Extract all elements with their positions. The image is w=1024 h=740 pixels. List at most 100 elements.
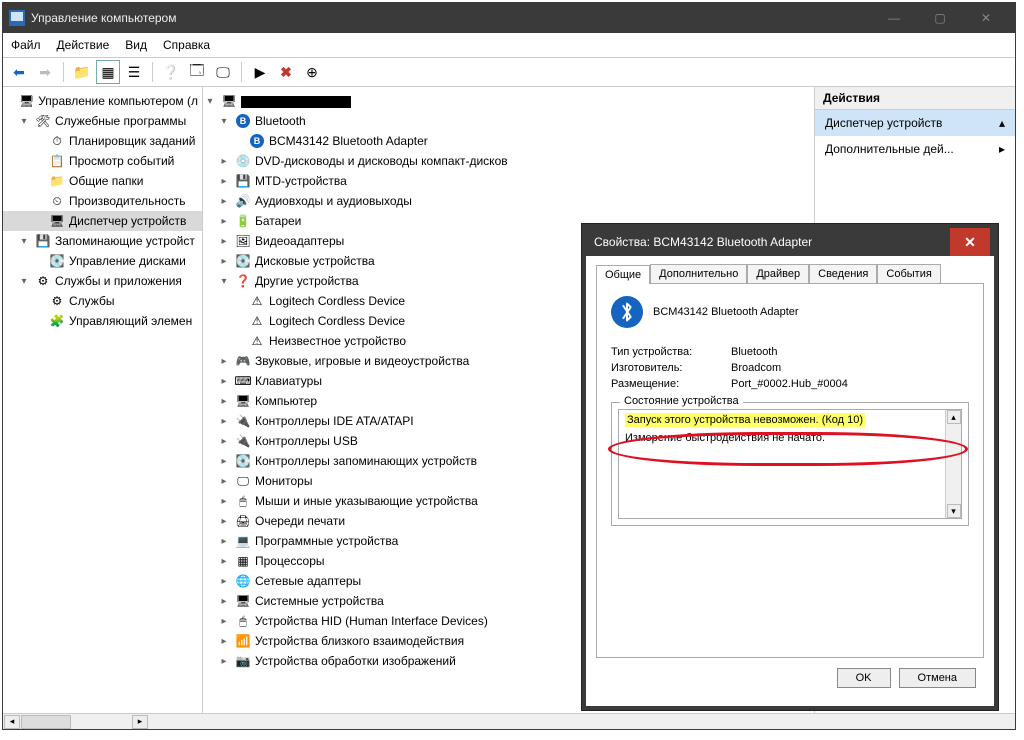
tree-node[interactable]: ▾⚙Службы и приложения — [3, 271, 202, 291]
folder-icon[interactable]: 📁 — [70, 60, 94, 84]
cancel-button[interactable]: Отмена — [899, 668, 976, 688]
forward-button[interactable]: ➡ — [33, 60, 57, 84]
node-label: Устройства HID (Human Interface Devices) — [255, 614, 488, 628]
scroll-right-icon[interactable]: ▸ — [132, 715, 148, 729]
tree-node[interactable]: ⏱Планировщик заданий — [3, 131, 202, 151]
prop-type: Тип устройства: Bluetooth — [611, 346, 969, 358]
expand-icon[interactable]: ▸ — [217, 176, 231, 187]
expand-icon[interactable]: ▾ — [17, 236, 31, 247]
expand-icon[interactable]: ▸ — [217, 236, 231, 247]
actions-row-devicemgr[interactable]: Диспетчер устройств ▴ — [815, 110, 1015, 136]
menu-action[interactable]: Действие — [57, 38, 110, 52]
tree-node[interactable]: 🖥Диспетчер устройств — [3, 211, 202, 231]
tree-node[interactable]: BBCM43142 Bluetooth Adapter — [203, 131, 814, 151]
node-icon: ⏱ — [49, 133, 65, 149]
menu-help[interactable]: Справка — [163, 38, 210, 52]
expand-icon[interactable]: ▸ — [217, 476, 231, 487]
node-icon: ⚙ — [35, 273, 51, 289]
dialog-close-button[interactable]: ✕ — [950, 228, 990, 256]
node-label: Дисковые устройства — [255, 254, 375, 268]
tree-node[interactable]: ▾🛠Служебные программы — [3, 111, 202, 131]
expand-icon[interactable]: ▾ — [17, 276, 31, 287]
expand-icon[interactable]: ▾ — [203, 96, 217, 107]
expand-icon[interactable]: ▸ — [217, 616, 231, 627]
scroll-down-icon[interactable]: ▾ — [947, 504, 961, 518]
tree-node[interactable]: 💽Управление дисками — [3, 251, 202, 271]
expand-icon[interactable]: ▸ — [217, 156, 231, 167]
tree-node[interactable]: ▸💾MTD-устройства — [203, 171, 814, 191]
node-icon: 🖱 — [235, 493, 251, 509]
minimize-button[interactable]: — — [871, 3, 917, 33]
expand-icon[interactable]: ▸ — [217, 256, 231, 267]
maximize-button[interactable]: ▢ — [917, 3, 963, 33]
node-label: Аудиовходы и аудиовыходы — [255, 194, 412, 208]
scroll-left-icon[interactable]: ◂ — [4, 715, 20, 729]
tree-node[interactable]: 📋Просмотр событий — [3, 151, 202, 171]
status-textbox[interactable]: Запуск этого устройства невозможен. (Код… — [618, 409, 962, 519]
tab-general[interactable]: Общие — [596, 265, 650, 284]
expand-icon[interactable]: ▸ — [217, 656, 231, 667]
back-button[interactable]: ⬅ — [7, 60, 31, 84]
tab-events[interactable]: События — [877, 264, 940, 283]
expand-icon[interactable]: ▸ — [217, 376, 231, 387]
tab-details[interactable]: Сведения — [809, 264, 877, 283]
view-icon[interactable]: ▦ — [96, 60, 120, 84]
expand-icon[interactable]: ▾ — [217, 116, 231, 127]
tree-node[interactable]: ▸🔊Аудиовходы и аудиовыходы — [203, 191, 814, 211]
expand-icon[interactable]: ▸ — [217, 196, 231, 207]
expand-icon[interactable]: ▸ — [217, 456, 231, 467]
tree-node[interactable]: ▸💿DVD-дисководы и дисководы компакт-диск… — [203, 151, 814, 171]
remove-icon[interactable]: ✖ — [274, 60, 298, 84]
tree-node[interactable]: ▾💾Запоминающие устройст — [3, 231, 202, 251]
expand-icon[interactable]: ▸ — [217, 356, 231, 367]
scroll-thumb[interactable] — [21, 715, 71, 729]
prop-type-label: Тип устройства: — [611, 346, 731, 358]
expand-icon[interactable]: ▸ — [217, 636, 231, 647]
expand-icon[interactable]: ▾ — [217, 276, 231, 287]
expand-icon[interactable]: ▸ — [217, 516, 231, 527]
tree-node[interactable]: ▾BBluetooth — [203, 111, 814, 131]
status-line1: Запуск этого устройства невозможен. (Код… — [625, 413, 865, 427]
tree-node[interactable]: ⚙Службы — [3, 291, 202, 311]
dialog-body: Общие Дополнительно Драйвер Сведения Соб… — [586, 256, 994, 706]
expand-icon[interactable]: ▸ — [217, 436, 231, 447]
ok-button[interactable]: OK — [837, 668, 891, 688]
node-icon: ⚠ — [249, 313, 265, 329]
tree-node[interactable]: 📁Общие папки — [3, 171, 202, 191]
tab-more[interactable]: Дополнительно — [650, 264, 747, 283]
expand-icon[interactable]: ▸ — [217, 576, 231, 587]
node-icon: 🎮 — [235, 353, 251, 369]
left-tree[interactable]: 🖥Управление компьютером (л▾🛠Служебные пр… — [3, 87, 202, 335]
node-label: Управление дисками — [69, 254, 186, 268]
status-scrollbar[interactable]: ▴ ▾ — [945, 410, 961, 518]
help-icon[interactable]: ❔ — [159, 60, 183, 84]
actions-row-label: Дополнительные дей... — [825, 142, 954, 156]
scroll-up-icon[interactable]: ▴ — [947, 410, 961, 424]
monitor-icon[interactable]: 🖵 — [211, 60, 235, 84]
tree-node[interactable]: ▾🖥 — [203, 91, 814, 111]
expand-icon[interactable]: ▸ — [217, 536, 231, 547]
node-label: Очереди печати — [255, 514, 345, 528]
tab-driver[interactable]: Драйвер — [747, 264, 809, 283]
expand-icon[interactable]: ▸ — [217, 416, 231, 427]
horizontal-scrollbar[interactable]: ◂ ▸ — [3, 713, 1015, 729]
scan-icon[interactable]: ▶ — [248, 60, 272, 84]
expand-icon[interactable]: ▸ — [217, 556, 231, 567]
window-icon[interactable]: 🗔 — [185, 60, 209, 84]
expand-icon[interactable]: ▸ — [217, 596, 231, 607]
expand-icon[interactable]: ▸ — [217, 496, 231, 507]
add-icon[interactable]: ⊕ — [300, 60, 324, 84]
list-icon[interactable]: ☰ — [122, 60, 146, 84]
tree-node[interactable]: 🧩Управляющий элемен — [3, 311, 202, 331]
actions-row-more[interactable]: Дополнительные дей... ▸ — [815, 136, 1015, 162]
node-icon: 📷 — [235, 653, 251, 669]
close-button[interactable]: ✕ — [963, 3, 1009, 33]
tree-node[interactable]: 🖥Управление компьютером (л — [3, 91, 202, 111]
expand-icon[interactable]: ▸ — [217, 216, 231, 227]
menu-file[interactable]: Файл — [11, 38, 41, 52]
node-label: Запоминающие устройст — [55, 234, 195, 248]
expand-icon[interactable]: ▸ — [217, 396, 231, 407]
tree-node[interactable]: ⏲Производительность — [3, 191, 202, 211]
menu-view[interactable]: Вид — [125, 38, 147, 52]
expand-icon[interactable]: ▾ — [17, 116, 31, 127]
